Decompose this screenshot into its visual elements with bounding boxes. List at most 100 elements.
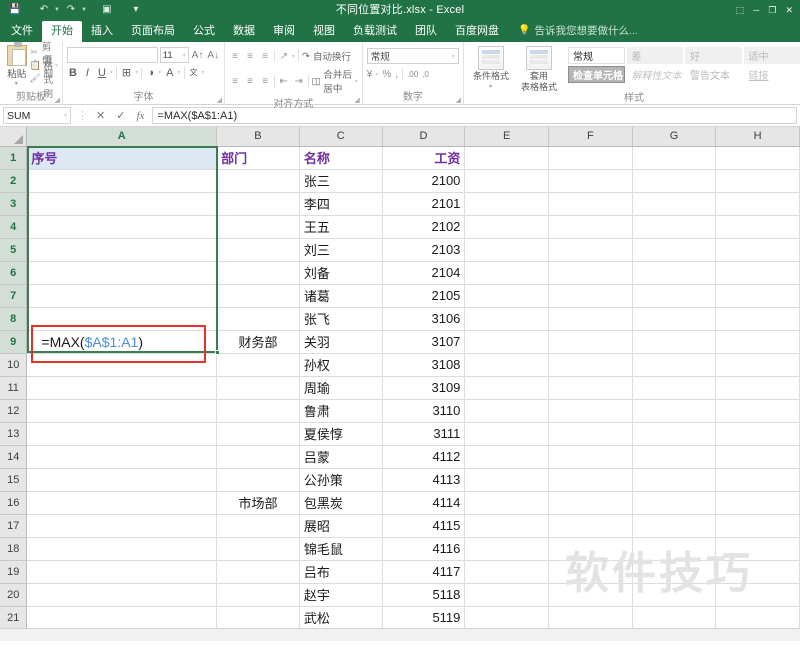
cell-D6[interactable]: 2104 — [382, 261, 466, 285]
cell-F6[interactable] — [548, 261, 633, 285]
cell-H8[interactable] — [715, 307, 800, 331]
cell-B17[interactable] — [216, 514, 300, 538]
cell-E20[interactable] — [464, 583, 550, 607]
row-header-4[interactable]: 4 — [0, 215, 28, 239]
cell-G11[interactable] — [632, 376, 717, 400]
cell-F18[interactable] — [548, 537, 633, 561]
cell-A6[interactable] — [26, 261, 218, 285]
cell-B10[interactable] — [216, 353, 300, 377]
number-format-chevron-down-icon[interactable]: ▾ — [452, 53, 455, 60]
cell-C14[interactable]: 吕蒙 — [299, 445, 383, 469]
cell-B3[interactable] — [216, 192, 300, 216]
restore-icon[interactable]: ❐ — [768, 5, 776, 16]
cell-D17[interactable]: 4115 — [382, 514, 466, 538]
cell-H9[interactable] — [715, 330, 800, 354]
cell-D7[interactable]: 2105 — [382, 284, 466, 308]
cell-style-normal[interactable]: 常规 — [568, 47, 625, 64]
cell-C7[interactable]: 诸葛 — [299, 284, 383, 308]
cell-D20[interactable]: 5118 — [382, 583, 466, 607]
close-icon[interactable]: ✕ — [785, 5, 793, 16]
cell-H3[interactable] — [715, 192, 800, 216]
cell-D14[interactable]: 4112 — [382, 445, 466, 469]
cell-H16[interactable] — [715, 491, 800, 515]
cell-H7[interactable] — [715, 284, 800, 308]
cell-A9[interactable]: =MAX($A$1:A1) — [26, 330, 218, 354]
cell-A13[interactable] — [26, 422, 218, 446]
cell-C9[interactable]: 关羽 — [299, 330, 383, 354]
borders-chevron-down-icon[interactable]: ▾ — [135, 69, 138, 76]
cell-G6[interactable] — [632, 261, 717, 285]
ribbon-tab-bar[interactable]: 文件 开始 插入 页面布局 公式 数据 审阅 视图 负载测试 团队 百度网盘 💡… — [0, 20, 800, 42]
cell-H14[interactable] — [715, 445, 800, 469]
cell-A4[interactable] — [26, 215, 218, 239]
phonetic-guide-icon[interactable]: 文 — [188, 67, 200, 78]
cell-D5[interactable]: 2103 — [382, 238, 466, 262]
cell-F3[interactable] — [548, 192, 633, 216]
cell-F19[interactable] — [548, 560, 633, 584]
cell-D11[interactable]: 3109 — [382, 376, 466, 400]
cell-A11[interactable] — [26, 376, 218, 400]
column-header-h[interactable]: H — [715, 127, 800, 147]
format-painter-button[interactable]: 🖌 格式刷 — [29, 61, 58, 100]
cell-F17[interactable] — [548, 514, 633, 538]
name-box[interactable]: SUM ▾ — [3, 107, 71, 124]
cell-F12[interactable] — [548, 399, 633, 423]
cell-G4[interactable] — [632, 215, 717, 239]
cell-A14[interactable] — [26, 445, 218, 469]
cell-A17[interactable] — [26, 514, 218, 538]
check-icon[interactable]: ✓ — [116, 109, 125, 122]
row-header-21[interactable]: 21 — [0, 606, 28, 628]
cell-A8[interactable] — [26, 307, 218, 331]
cell-A5[interactable] — [26, 238, 218, 262]
percent-style-icon[interactable]: % — [382, 69, 391, 80]
row-header-8[interactable]: 8 — [0, 307, 28, 331]
cell-E18[interactable] — [464, 537, 550, 561]
cell-G16[interactable] — [632, 491, 717, 515]
row-header-13[interactable]: 13 — [0, 422, 28, 446]
cell-H6[interactable] — [715, 261, 800, 285]
orientation-chevron-down-icon[interactable]: ▾ — [292, 53, 295, 60]
decrease-indent-icon[interactable]: ⇤ — [278, 76, 290, 87]
cell-E15[interactable] — [464, 468, 550, 492]
cell-style-hyperlink[interactable]: 链接 — [743, 66, 800, 83]
cell-E11[interactable] — [464, 376, 550, 400]
cell-B18[interactable] — [216, 537, 300, 561]
cell-F11[interactable] — [548, 376, 633, 400]
cell-E9[interactable] — [464, 330, 550, 354]
cell-E1[interactable] — [464, 146, 550, 170]
cell-H20[interactable] — [715, 583, 800, 607]
row-header-1[interactable]: 1 — [0, 146, 28, 170]
increase-font-size-icon[interactable]: A↑ — [191, 50, 205, 61]
cell-C11[interactable]: 周瑜 — [299, 376, 383, 400]
cell-B20[interactable] — [216, 583, 300, 607]
cell-A19[interactable] — [26, 560, 218, 584]
cell-H17[interactable] — [715, 514, 800, 538]
cell-H5[interactable] — [715, 238, 800, 262]
cell-G2[interactable] — [632, 169, 717, 193]
cell-E16[interactable] — [464, 491, 550, 515]
italic-button[interactable]: I — [82, 67, 93, 79]
tab-baidu-netdisk[interactable]: 百度网盘 — [446, 21, 508, 42]
cell-H15[interactable] — [715, 468, 800, 492]
underline-button[interactable]: U — [96, 67, 108, 79]
cell-F14[interactable] — [548, 445, 633, 469]
cell-B19[interactable] — [216, 560, 300, 584]
currency-chevron-down-icon[interactable]: ▾ — [375, 71, 378, 78]
cell-A18[interactable] — [26, 537, 218, 561]
align-middle-icon[interactable]: ≡ — [244, 51, 256, 62]
cell-styles-gallery[interactable]: 常规 差 好 适中 检查单元格 解释性文本 警告文本 链接 — [568, 44, 800, 83]
row-header-20[interactable]: 20 — [0, 583, 28, 607]
cell-B5[interactable] — [216, 238, 300, 262]
cell-F21[interactable] — [548, 606, 633, 628]
cancel-icon[interactable]: ✕ — [96, 109, 105, 122]
cell-E14[interactable] — [464, 445, 550, 469]
row-header-7[interactable]: 7 — [0, 284, 28, 308]
cell-F20[interactable] — [548, 583, 633, 607]
merge-chevron-down-icon[interactable]: ▾ — [355, 78, 358, 85]
cell-G9[interactable] — [632, 330, 717, 354]
cell-C19[interactable]: 吕布 — [299, 560, 383, 584]
cell-B4[interactable] — [216, 215, 300, 239]
row-header-17[interactable]: 17 — [0, 514, 28, 538]
cell-H21[interactable] — [715, 606, 800, 628]
conditional-formatting-button[interactable]: 条件格式 ▾ — [468, 46, 514, 93]
